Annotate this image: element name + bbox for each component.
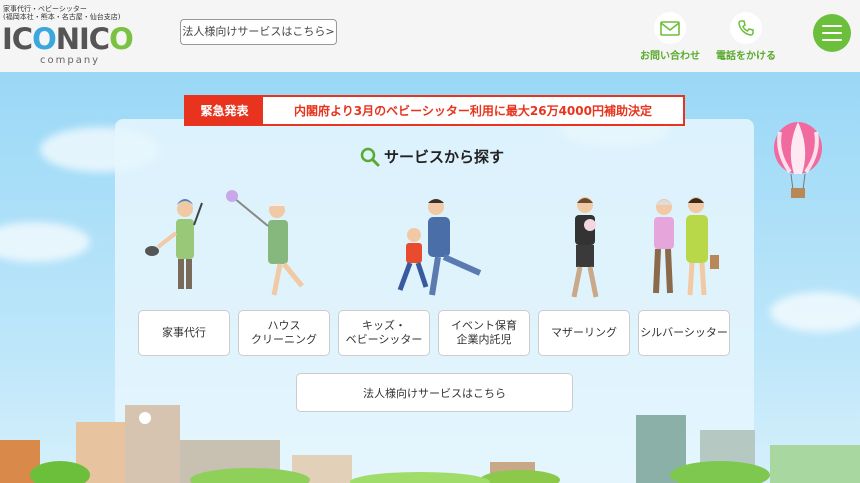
silver-sitter-illustration bbox=[653, 197, 719, 296]
logo-part: NIC bbox=[55, 22, 110, 56]
tagline: 家事代行・ベビーシッター (福岡本社・熊本・名古屋・仙台支店) bbox=[3, 5, 120, 21]
mothering-illustration bbox=[571, 197, 599, 298]
notice-tag: 緊急発表 bbox=[186, 97, 263, 124]
contact-button[interactable]: お問い合わせ bbox=[638, 12, 702, 62]
site-header: 家事代行・ベビーシッター (福岡本社・熊本・名古屋・仙台支店) ICONICO … bbox=[0, 0, 860, 72]
phone-icon bbox=[730, 12, 762, 44]
service-housekeeping-button[interactable]: 家事代行 bbox=[138, 310, 230, 356]
hot-air-balloon-icon bbox=[774, 122, 822, 198]
service-silver-sitter-button[interactable]: シルバーシッター bbox=[638, 310, 730, 356]
service-mothering-button[interactable]: マザーリング bbox=[538, 310, 630, 356]
emergency-notice[interactable]: 緊急発表 内閣府より3月のベビーシッター利用に最大26万4000円補助決定 bbox=[184, 95, 685, 126]
service-house-cleaning-button[interactable]: ハウス クリーニング bbox=[238, 310, 330, 356]
tagline-line1: 家事代行・ベビーシッター bbox=[3, 5, 87, 13]
logo-part: O bbox=[109, 22, 134, 56]
hamburger-menu-icon[interactable] bbox=[813, 14, 851, 52]
cleaning-illustration bbox=[226, 190, 304, 296]
section-title: サービスから探す bbox=[360, 146, 504, 167]
logo-part: IC bbox=[2, 22, 33, 56]
search-icon bbox=[360, 147, 380, 166]
town-illustration bbox=[0, 405, 860, 483]
tagline-line2: (福岡本社・熊本・名古屋・仙台支店) bbox=[3, 13, 121, 21]
cloud bbox=[0, 222, 90, 262]
cloud bbox=[770, 292, 860, 332]
section-title-text: サービスから探す bbox=[384, 148, 505, 166]
logo-company: company bbox=[40, 55, 101, 66]
corporate-link[interactable]: 法人様向けサービスはこちら> bbox=[180, 19, 337, 45]
contact-label: お問い合わせ bbox=[640, 51, 700, 62]
babysitter-illustration bbox=[397, 199, 482, 296]
housekeeping-illustration bbox=[145, 199, 203, 289]
iconico-logo[interactable]: ICONICO bbox=[2, 22, 134, 56]
phone-label: 電話をかける bbox=[716, 51, 776, 62]
service-kids-babysitter-button[interactable]: キッズ・ ベビーシッター bbox=[338, 310, 430, 356]
mail-icon bbox=[654, 12, 686, 44]
notice-message: 内閣府より3月のベビーシッター利用に最大26万4000円補助決定 bbox=[294, 104, 652, 118]
logo-part: O bbox=[32, 22, 57, 56]
phone-button[interactable]: 電話をかける bbox=[714, 12, 778, 62]
service-event-childcare-button[interactable]: イベント保育 企業内託児 bbox=[438, 310, 530, 356]
